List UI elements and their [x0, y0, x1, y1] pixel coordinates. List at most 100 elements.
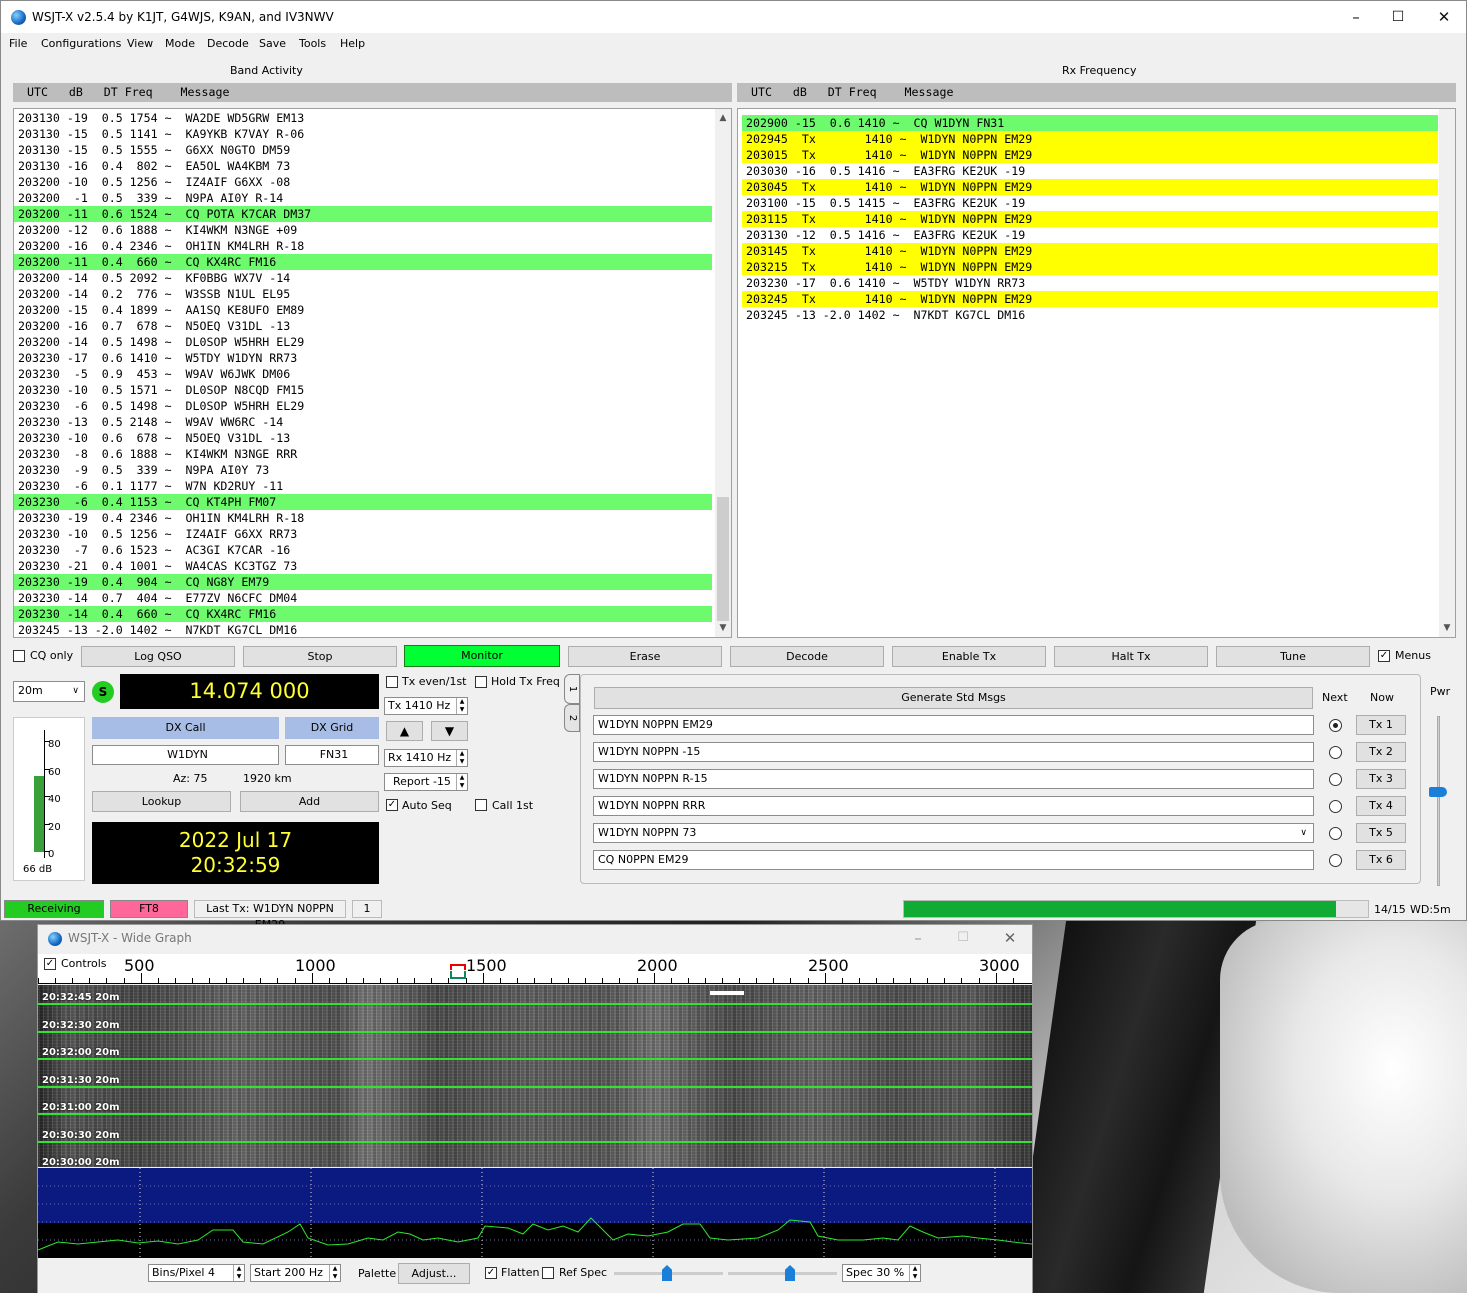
- spin-arrows-icon[interactable]: ▲ ▼: [456, 774, 467, 790]
- band-activity-row[interactable]: 203230 -21 0.4 1001 ~ WA4CAS KC3TGZ 73: [14, 558, 712, 574]
- title-bar[interactable]: WSJT-X v2.5.4 by K1JT, G4WJS, K9AN, and …: [1, 1, 1466, 33]
- decode-button[interactable]: Decode: [730, 646, 884, 667]
- menu-save[interactable]: Save: [259, 37, 286, 50]
- band-activity-row[interactable]: 203130 -15 0.5 1141 ~ KA9YKB K7VAY R-06: [14, 126, 712, 142]
- scroll-up-icon[interactable]: ▲: [715, 111, 731, 125]
- band-activity-row[interactable]: 203130 -16 0.4 802 ~ EA5OL WA4KBM 73: [14, 158, 712, 174]
- next-tx3-radio[interactable]: [1329, 773, 1342, 786]
- rx-freq-marker[interactable]: [450, 971, 466, 979]
- band-activity-row[interactable]: 203230 -5 0.9 453 ~ W9AV W6JWK DM06: [14, 366, 712, 382]
- band-activity-row[interactable]: 203200 -12 0.6 1888 ~ KI4WKM N3NGE +09: [14, 222, 712, 238]
- tx5-now-button[interactable]: Tx 5: [1356, 823, 1406, 843]
- rx-frequency-row-rx[interactable]: 203245 -13 -2.0 1402 ~ N7KDT KG7CL DM16: [742, 307, 1438, 323]
- tx6-message-input[interactable]: CQ N0PPN EM29: [593, 850, 1314, 870]
- ref-spec-checkbox[interactable]: [542, 1267, 554, 1279]
- spin-arrows-icon[interactable]: ▲ ▼: [456, 750, 467, 766]
- rx-freq-spinbox[interactable]: Rx 1410 Hz ▲ ▼: [384, 749, 468, 767]
- tx3-now-button[interactable]: Tx 3: [1356, 769, 1406, 789]
- tx6-now-button[interactable]: Tx 6: [1356, 850, 1406, 870]
- scroll-down-icon[interactable]: ▼: [715, 621, 731, 635]
- tx2-now-button[interactable]: Tx 2: [1356, 742, 1406, 762]
- band-activity-row[interactable]: 203230 -13 0.5 2148 ~ W9AV WW6RC -14: [14, 414, 712, 430]
- next-tx2-radio[interactable]: [1329, 746, 1342, 759]
- band-activity-row[interactable]: 203230 -8 0.6 1888 ~ KI4WKM N3NGE RRR: [14, 446, 712, 462]
- tab-1[interactable]: 1: [564, 674, 580, 704]
- spectrum-display[interactable]: [38, 1168, 1032, 1258]
- add-button[interactable]: Add: [240, 791, 379, 812]
- rx-frequency-scrollbar[interactable]: ▼: [1439, 109, 1455, 637]
- hold-tx-freq-checkbox[interactable]: [475, 676, 487, 688]
- menus-checkbox[interactable]: ✓: [1378, 650, 1390, 662]
- band-activity-row[interactable]: 203200 -14 0.2 776 ~ W3SSB N1UL EL95: [14, 286, 712, 302]
- rx-frequency-row-cq[interactable]: 202900 -15 0.6 1410 ~ CQ W1DYN FN31: [742, 115, 1438, 131]
- band-activity-row[interactable]: 203200 -14 0.5 2092 ~ KF0BBG WX7V -14: [14, 270, 712, 286]
- chevron-down-icon[interactable]: ∨: [1300, 824, 1307, 842]
- band-activity-row[interactable]: 203230 -10 0.6 678 ~ N5OEQ V31DL -13: [14, 430, 712, 446]
- tx4-now-button[interactable]: Tx 4: [1356, 796, 1406, 816]
- gain-slider-handle[interactable]: [662, 1265, 672, 1281]
- pwr-slider-track[interactable]: [1437, 716, 1440, 886]
- next-tx6-radio[interactable]: [1329, 854, 1342, 867]
- band-select[interactable]: 20m ∨: [13, 681, 85, 702]
- next-tx5-radio[interactable]: [1329, 827, 1342, 840]
- lookup-button[interactable]: Lookup: [92, 791, 231, 812]
- minimize-icon[interactable]: –: [1346, 7, 1366, 27]
- band-activity-row-cq[interactable]: 203230 -6 0.4 1153 ~ CQ KT4PH FM07: [14, 494, 712, 510]
- flatten-checkbox[interactable]: ✓: [485, 1267, 497, 1279]
- rx-frequency-row-tx[interactable]: 203245 Tx 1410 ~ W1DYN N0PPN EM29: [742, 291, 1438, 307]
- rx-frequency-row-tx[interactable]: 203145 Tx 1410 ~ W1DYN N0PPN EM29: [742, 243, 1438, 259]
- tx-even-checkbox[interactable]: [386, 676, 398, 688]
- rx-frequency-list[interactable]: 202900 -15 0.6 1410 ~ CQ W1DYN FN31 20294…: [737, 108, 1456, 638]
- scroll-down-icon[interactable]: ▼: [1439, 621, 1455, 635]
- dx-call-input[interactable]: W1DYN: [92, 745, 279, 765]
- rx-frequency-row-tx[interactable]: 203015 Tx 1410 ~ W1DYN N0PPN EM29: [742, 147, 1438, 163]
- tx1-message-input[interactable]: W1DYN N0PPN EM29: [593, 715, 1314, 735]
- band-activity-row[interactable]: 203230 -17 0.6 1410 ~ W5TDY W1DYN RR73: [14, 350, 712, 366]
- rx-frequency-row-tx[interactable]: 203215 Tx 1410 ~ W1DYN N0PPN EM29: [742, 259, 1438, 275]
- s-meter-badge[interactable]: S: [92, 681, 114, 703]
- report-spinbox[interactable]: Report -15 ▲ ▼: [384, 773, 468, 791]
- freq-up-button[interactable]: ▲: [386, 721, 423, 741]
- stop-button[interactable]: Stop: [243, 646, 397, 667]
- cq-only-checkbox[interactable]: [13, 650, 25, 662]
- tx-freq-marker[interactable]: [450, 964, 466, 970]
- rx-frequency-row-rx[interactable]: 203100 -15 0.5 1415 ~ EA3FRG KE2UK -19: [742, 195, 1438, 211]
- band-activity-row[interactable]: 203230 -9 0.5 339 ~ N9PA AI0Y 73: [14, 462, 712, 478]
- spin-arrows-icon[interactable]: ▲ ▼: [909, 1265, 920, 1281]
- band-activity-row[interactable]: 203200 -16 0.4 2346 ~ OH1IN KM4LRH R-18: [14, 238, 712, 254]
- zero-slider-track[interactable]: [728, 1272, 837, 1275]
- scroll-thumb[interactable]: [717, 497, 729, 621]
- spin-arrows-icon[interactable]: ▲ ▼: [329, 1265, 340, 1281]
- next-tx4-radio[interactable]: [1329, 800, 1342, 813]
- menu-tools[interactable]: Tools: [299, 37, 326, 50]
- band-activity-row[interactable]: 203200 -10 0.5 1256 ~ IZ4AIF G6XX -08: [14, 174, 712, 190]
- tx2-message-input[interactable]: W1DYN N0PPN -15: [593, 742, 1314, 762]
- band-activity-scrollbar[interactable]: ▲ ▼: [715, 109, 731, 637]
- band-activity-row[interactable]: 203200 -15 0.4 1899 ~ AA1SQ KE8UFO EM89: [14, 302, 712, 318]
- band-activity-row[interactable]: 203230 -7 0.6 1523 ~ AC3GI K7CAR -16: [14, 542, 712, 558]
- adjust-button[interactable]: Adjust...: [398, 1263, 470, 1284]
- auto-seq-checkbox[interactable]: ✓: [386, 799, 398, 811]
- dx-grid-input[interactable]: FN31: [285, 745, 379, 765]
- band-activity-list[interactable]: 203130 -19 0.5 1754 ~ WA2DE WD5GRW EM13 2…: [13, 108, 732, 638]
- band-activity-row[interactable]: 203230 -6 0.1 1177 ~ W7N KD2RUY -11: [14, 478, 712, 494]
- tune-button[interactable]: Tune: [1216, 646, 1370, 667]
- band-activity-row[interactable]: 203230 -10 0.5 1571 ~ DL0SOP N8CQD FM15: [14, 382, 712, 398]
- menu-mode[interactable]: Mode: [165, 37, 195, 50]
- tx3-message-input[interactable]: W1DYN N0PPN R-15: [593, 769, 1314, 789]
- tx1-now-button[interactable]: Tx 1: [1356, 715, 1406, 735]
- close-icon[interactable]: ✕: [1434, 7, 1454, 27]
- tx-freq-spinbox[interactable]: Tx 1410 Hz ▲ ▼: [384, 697, 468, 715]
- rx-frequency-row-rx[interactable]: 203130 -12 0.5 1416 ~ EA3FRG KE2UK -19: [742, 227, 1438, 243]
- close-icon[interactable]: ✕: [1000, 928, 1020, 948]
- bins-pixel-spinbox[interactable]: Bins/Pixel 4 ▲ ▼: [148, 1264, 245, 1282]
- menu-configurations[interactable]: Configurations: [41, 37, 121, 50]
- tx5-message-input[interactable]: W1DYN N0PPN 73 ∨: [593, 823, 1314, 843]
- rx-frequency-row-tx[interactable]: 203045 Tx 1410 ~ W1DYN N0PPN EM29: [742, 179, 1438, 195]
- spin-arrows-icon[interactable]: ▲ ▼: [456, 698, 467, 714]
- next-tx1-radio[interactable]: [1329, 719, 1342, 732]
- maximize-icon[interactable]: ☐: [1388, 7, 1408, 27]
- maximize-icon[interactable]: ☐: [953, 928, 973, 948]
- zero-slider-handle[interactable]: [785, 1265, 795, 1281]
- log-qso-button[interactable]: Log QSO: [81, 646, 235, 667]
